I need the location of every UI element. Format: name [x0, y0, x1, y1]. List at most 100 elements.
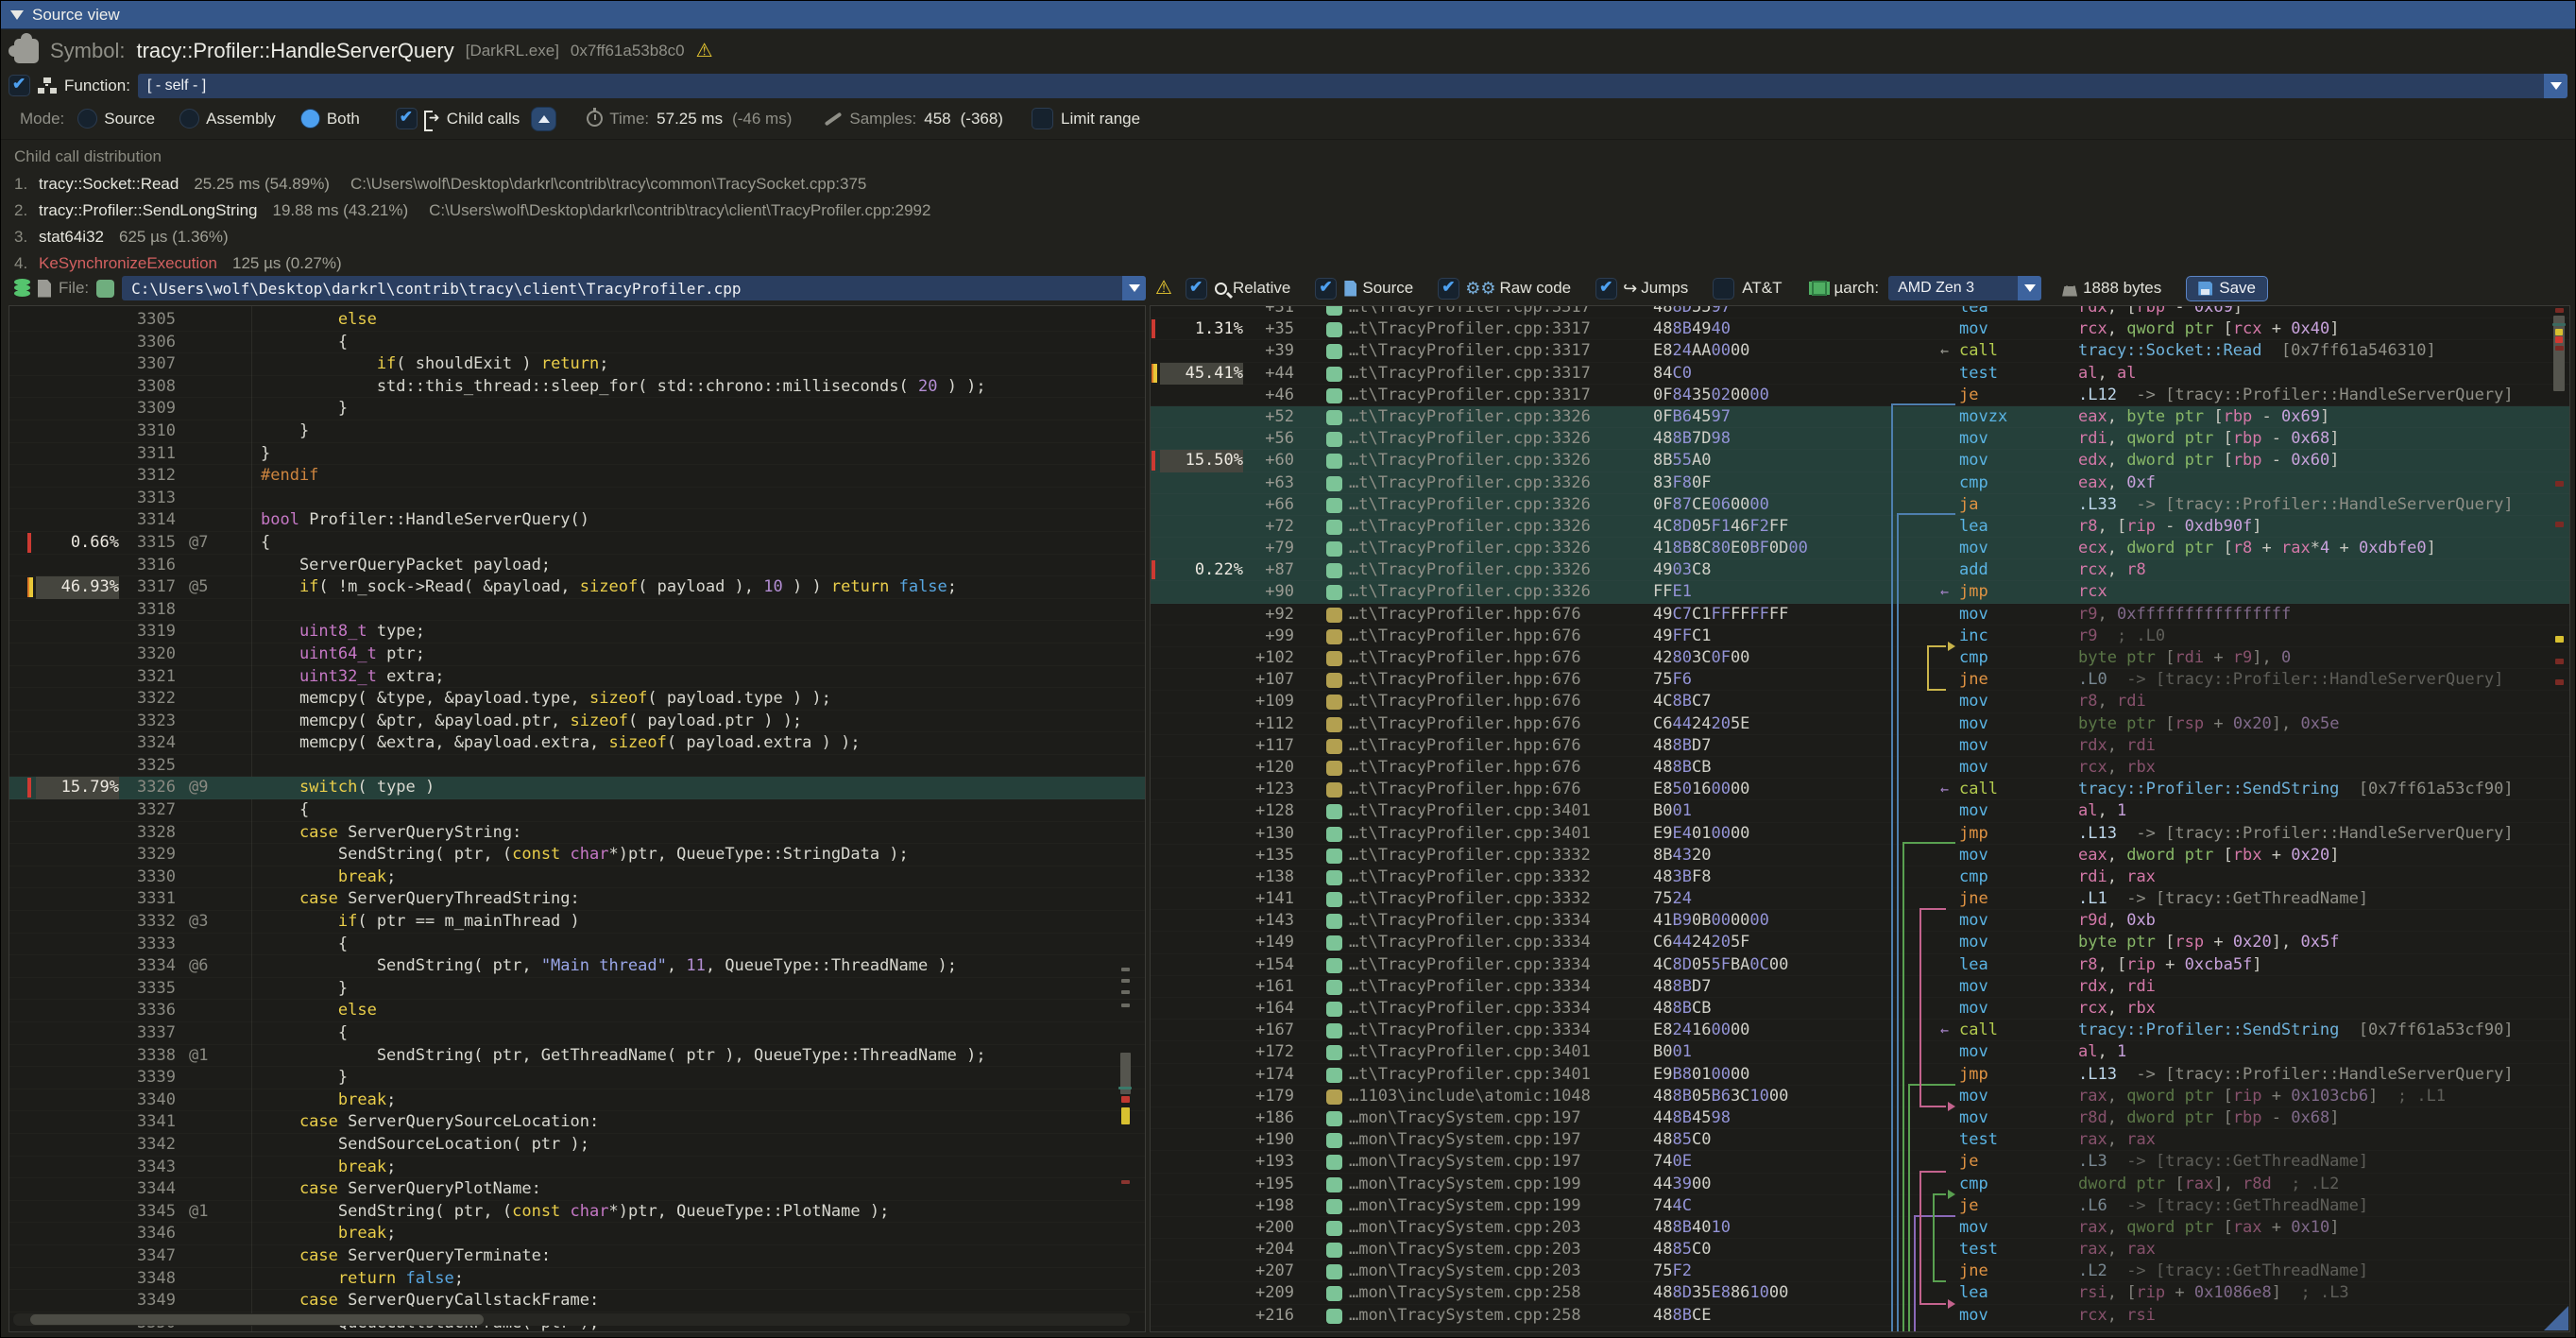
source-line-row[interactable]: 3349 case ServerQueryCallstackFrame:: [9, 1290, 1145, 1312]
file-select[interactable]: C:\Users\wolf\Desktop\darkrl\contrib\tra…: [122, 276, 1146, 300]
relative-label[interactable]: Relative: [1233, 279, 1290, 298]
asm-row[interactable]: +120…t\TracyProfiler.hpp:676488BCBmovrcx…: [1151, 757, 2569, 779]
asm-row[interactable]: +209…mon\TracySystem.cpp:258488D35E88610…: [1151, 1282, 2569, 1304]
scrollbar-marker[interactable]: [2555, 659, 2564, 664]
radio-assembly[interactable]: [179, 109, 199, 129]
source-line-row[interactable]: 3329 SendString( ptr, (const char*)ptr, …: [9, 844, 1145, 866]
scrollbar-marker[interactable]: [2555, 346, 2564, 351]
child-calls-checkbox[interactable]: [396, 108, 418, 129]
child-calls-up-button[interactable]: [531, 107, 556, 131]
asm-source-location[interactable]: …t\TracyProfiler.cpp:3334: [1349, 910, 1591, 932]
asm-source-location[interactable]: …t\TracyProfiler.cpp:3326: [1349, 538, 1591, 559]
child-call-name[interactable]: stat64i32: [39, 228, 104, 246]
jumps-checkbox[interactable]: [1595, 278, 1617, 300]
asm-source-location[interactable]: …1103\include\atomic:1048: [1349, 1086, 1591, 1107]
asm-source-location[interactable]: …t\TracyProfiler.hpp:676: [1349, 669, 1581, 691]
source-line-row[interactable]: 3339 }: [9, 1067, 1145, 1089]
att-checkbox[interactable]: [1713, 278, 1734, 300]
scrollbar-marker[interactable]: [2555, 308, 2564, 313]
asm-source-location[interactable]: …mon\TracySystem.cpp:197: [1349, 1151, 1581, 1173]
source-checkbox[interactable]: [1315, 278, 1337, 300]
scrollbar-marker[interactable]: [2555, 522, 2564, 527]
assembly-pane[interactable]: +31…t\TracyProfiler.cpp:3317488D5597lear…: [1150, 305, 2570, 1332]
asm-source-location[interactable]: …t\TracyProfiler.cpp:3401: [1349, 1041, 1591, 1063]
source-line-row[interactable]: 3323 memcpy( &ptr, &payload.ptr, sizeof(…: [9, 711, 1145, 733]
source-line-row[interactable]: 3327 {: [9, 799, 1145, 822]
source-line-row[interactable]: 3336 else: [9, 1000, 1145, 1022]
source-horizontal-scrollbar[interactable]: [13, 1313, 1130, 1326]
asm-source-location[interactable]: …t\TracyProfiler.cpp:3317: [1349, 305, 1591, 318]
asm-row[interactable]: +31…t\TracyProfiler.cpp:3317488D5597lear…: [1151, 305, 2569, 318]
source-line-row[interactable]: 3345@1 SendString( ptr, (const char*)ptr…: [9, 1201, 1145, 1224]
source-line-row[interactable]: 3332@3 if( ptr == m_mainThread ): [9, 911, 1145, 934]
radio-source[interactable]: [77, 109, 97, 129]
source-line-row[interactable]: 3346 break;: [9, 1223, 1145, 1245]
source-line-row[interactable]: 3330 break;: [9, 866, 1145, 889]
source-line-row[interactable]: 3306 {: [9, 332, 1145, 354]
relative-checkbox[interactable]: [1186, 278, 1207, 300]
source-line-row[interactable]: 3324 memcpy( &extra, &payload.extra, siz…: [9, 732, 1145, 755]
source-line-row[interactable]: 3322 memcpy( &type, &payload.type, sizeo…: [9, 688, 1145, 711]
asm-row[interactable]: +112…t\TracyProfiler.hpp:676C64424205Emo…: [1151, 713, 2569, 735]
asm-row[interactable]: +167…t\TracyProfiler.cpp:3334E824160000←…: [1151, 1020, 2569, 1041]
radio-source-label[interactable]: Source: [104, 110, 155, 129]
asm-source-location[interactable]: …t\TracyProfiler.cpp:3317: [1349, 340, 1591, 362]
asm-row[interactable]: +204…mon\TracySystem.cpp:2034885C0testra…: [1151, 1239, 2569, 1261]
scrollbar-marker[interactable]: [1121, 1004, 1130, 1007]
chevron-down-icon[interactable]: [2544, 74, 2567, 98]
asm-source-location[interactable]: …mon\TracySystem.cpp:258: [1349, 1305, 1581, 1327]
asm-source-location[interactable]: …mon\TracySystem.cpp:197: [1349, 1107, 1581, 1129]
asm-source-location[interactable]: …t\TracyProfiler.cpp:3332: [1349, 866, 1591, 888]
asm-source-location[interactable]: …mon\TracySystem.cpp:258: [1349, 1282, 1581, 1304]
asm-source-location[interactable]: …mon\TracySystem.cpp:197: [1349, 1129, 1581, 1151]
asm-row[interactable]: +79…t\TracyProfiler.cpp:3326418B8C80E0BF…: [1151, 538, 2569, 559]
limit-range-label[interactable]: Limit range: [1061, 110, 1140, 129]
collapse-icon[interactable]: [10, 10, 24, 20]
source-line-row[interactable]: 3311}: [9, 443, 1145, 466]
asm-row[interactable]: +207…mon\TracySystem.cpp:20375F2jne.L2 -…: [1151, 1261, 2569, 1282]
chevron-down-icon[interactable]: [2018, 276, 2041, 300]
limit-range-checkbox[interactable]: [1032, 108, 1053, 129]
source-line-row[interactable]: 3309 }: [9, 398, 1145, 420]
save-button[interactable]: Save: [2186, 276, 2268, 301]
source-line-row[interactable]: 3310 }: [9, 420, 1145, 443]
asm-source-location[interactable]: …t\TracyProfiler.cpp:3334: [1349, 976, 1591, 998]
jumps-label[interactable]: Jumps: [1641, 279, 1688, 298]
source-line-row[interactable]: 46.93%3317@5 if( !m_sock->Read( &payload…: [9, 576, 1145, 599]
asm-source-location[interactable]: …t\TracyProfiler.hpp:676: [1349, 779, 1581, 800]
asm-row[interactable]: +102…t\TracyProfiler.hpp:67642803C0F00cm…: [1151, 647, 2569, 669]
radio-both-label[interactable]: Both: [327, 110, 360, 129]
att-label[interactable]: AT&T: [1742, 279, 1782, 298]
source-line-row[interactable]: 3343 break;: [9, 1157, 1145, 1179]
asm-source-location[interactable]: …t\TracyProfiler.cpp:3326: [1349, 494, 1591, 516]
source-line-row[interactable]: 3320 uint64_t ptr;: [9, 643, 1145, 666]
asm-row[interactable]: +149…t\TracyProfiler.cpp:3334C64424205Fm…: [1151, 932, 2569, 953]
source-line-row[interactable]: 3328 case ServerQueryString:: [9, 822, 1145, 845]
asm-source-location[interactable]: …t\TracyProfiler.cpp:3334: [1349, 998, 1591, 1020]
asm-row[interactable]: +143…t\TracyProfiler.cpp:333441B90B00000…: [1151, 910, 2569, 932]
asm-row[interactable]: +198…mon\TracySystem.cpp:199744Cje.L6 ->…: [1151, 1195, 2569, 1217]
source-line-row[interactable]: 3305 else: [9, 309, 1145, 332]
asm-row[interactable]: +216…mon\TracySystem.cpp:258488BCEmovrcx…: [1151, 1305, 2569, 1327]
scrollbar-marker[interactable]: [1121, 968, 1130, 971]
scrollbar-marker[interactable]: [2555, 336, 2563, 343]
source-line-row[interactable]: 3318: [9, 599, 1145, 622]
asm-source-location[interactable]: …t\TracyProfiler.cpp:3332: [1349, 888, 1591, 910]
asm-source-location[interactable]: …t\TracyProfiler.cpp:3334: [1349, 954, 1591, 976]
asm-source-location[interactable]: …t\TracyProfiler.hpp:676: [1349, 691, 1581, 712]
radio-assembly-label[interactable]: Assembly: [206, 110, 276, 129]
window-title-bar[interactable]: Source view: [1, 1, 2575, 29]
asm-source-location[interactable]: …t\TracyProfiler.cpp:3334: [1349, 1020, 1591, 1041]
source-line-row[interactable]: 3308 std::this_thread::sleep_for( std::c…: [9, 376, 1145, 399]
asm-source-location[interactable]: …t\TracyProfiler.cpp:3326: [1349, 428, 1591, 450]
scrollbar-marker[interactable]: [1121, 979, 1130, 983]
asm-row[interactable]: +193…mon\TracySystem.cpp:197740Eje.L3 ->…: [1151, 1151, 2569, 1173]
asm-row[interactable]: +107…t\TracyProfiler.hpp:67675F6jne.L0 -…: [1151, 669, 2569, 691]
source-files-icon[interactable]: [14, 279, 30, 298]
asm-row[interactable]: +172…t\TracyProfiler.cpp:3401B001moval, …: [1151, 1041, 2569, 1063]
asm-source-location[interactable]: …t\TracyProfiler.cpp:3317: [1349, 318, 1591, 340]
asm-row[interactable]: +195…mon\TracySystem.cpp:199443900cmpdwo…: [1151, 1174, 2569, 1195]
child-call-item[interactable]: 1.tracy::Socket::Read25.25 ms (54.89%)C:…: [14, 175, 866, 194]
scrollbar-marker[interactable]: [2555, 481, 2564, 487]
source-line-row[interactable]: 3342 SendSourceLocation( ptr );: [9, 1134, 1145, 1157]
